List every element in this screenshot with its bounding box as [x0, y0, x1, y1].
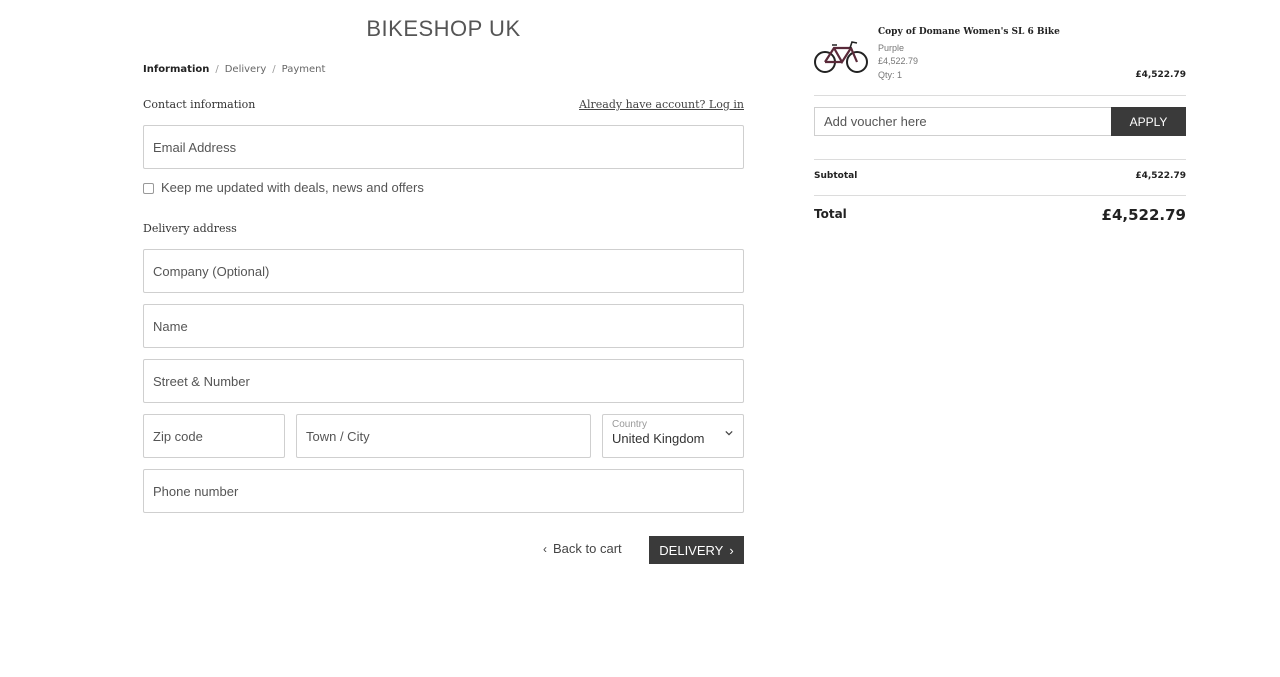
- login-link[interactable]: Already have account? Log in: [579, 98, 744, 111]
- divider: [814, 159, 1186, 160]
- breadcrumb-payment[interactable]: Payment: [282, 64, 326, 75]
- city-field-wrapper: [296, 414, 591, 458]
- total-value: £4,522.79: [1101, 206, 1186, 224]
- cart-item-total: £4,522.79: [1135, 70, 1186, 80]
- zip-field-wrapper: [143, 414, 285, 458]
- subtotal-label: Subtotal: [814, 171, 858, 181]
- breadcrumb: Information / Delivery / Payment: [143, 64, 325, 75]
- divider: [814, 195, 1186, 196]
- delivery-address-heading: Delivery address: [143, 222, 237, 235]
- country-select[interactable]: Country United Kingdom: [602, 414, 744, 458]
- zip-field[interactable]: [144, 415, 284, 457]
- delivery-button[interactable]: DELIVERY ›: [649, 536, 744, 564]
- total-label: Total: [814, 207, 847, 221]
- email-field-wrapper: [143, 125, 744, 169]
- bike-icon: [814, 41, 868, 73]
- subtotal-value: £4,522.79: [1135, 171, 1186, 181]
- email-field[interactable]: [144, 126, 743, 168]
- country-value: United Kingdom: [612, 431, 705, 446]
- breadcrumb-separator: /: [272, 64, 276, 75]
- phone-field[interactable]: [144, 470, 743, 512]
- back-to-cart-link[interactable]: ‹ Back to cart: [543, 541, 622, 556]
- street-field[interactable]: [144, 360, 743, 402]
- voucher-input[interactable]: [815, 108, 1112, 135]
- newsletter-label: Keep me updated with deals, news and off…: [161, 180, 424, 195]
- city-field[interactable]: [297, 415, 590, 457]
- divider: [814, 95, 1186, 96]
- company-field-wrapper: [143, 249, 744, 293]
- name-field[interactable]: [144, 305, 743, 347]
- street-field-wrapper: [143, 359, 744, 403]
- newsletter-checkbox[interactable]: [143, 183, 154, 194]
- cart-item-unit-price: £4,522.79: [878, 56, 919, 66]
- contact-information-heading: Contact information: [143, 98, 256, 111]
- chevron-right-icon: ›: [729, 542, 734, 558]
- apply-voucher-button[interactable]: APPLY: [1111, 107, 1186, 136]
- shop-title: BIKESHOP UK: [366, 16, 521, 41]
- back-to-cart-label: Back to cart: [553, 541, 622, 556]
- chevron-left-icon: ‹: [543, 542, 547, 556]
- breadcrumb-information[interactable]: Information: [143, 64, 209, 75]
- breadcrumb-delivery[interactable]: Delivery: [225, 64, 267, 75]
- voucher-field-wrapper: [814, 107, 1112, 136]
- chevron-down-icon: [725, 430, 733, 436]
- cart-item-variant: Purple: [878, 43, 905, 53]
- phone-field-wrapper: [143, 469, 744, 513]
- country-label: Country: [612, 419, 648, 430]
- delivery-button-label: DELIVERY: [659, 542, 724, 558]
- company-field[interactable]: [144, 250, 743, 292]
- breadcrumb-separator: /: [215, 64, 219, 75]
- name-field-wrapper: [143, 304, 744, 348]
- cart-item-qty: Qty: 1: [878, 70, 903, 80]
- newsletter-checkbox-row[interactable]: Keep me updated with deals, news and off…: [143, 180, 424, 195]
- cart-item-name: Copy of Domane Women's SL 6 Bike: [878, 27, 1060, 37]
